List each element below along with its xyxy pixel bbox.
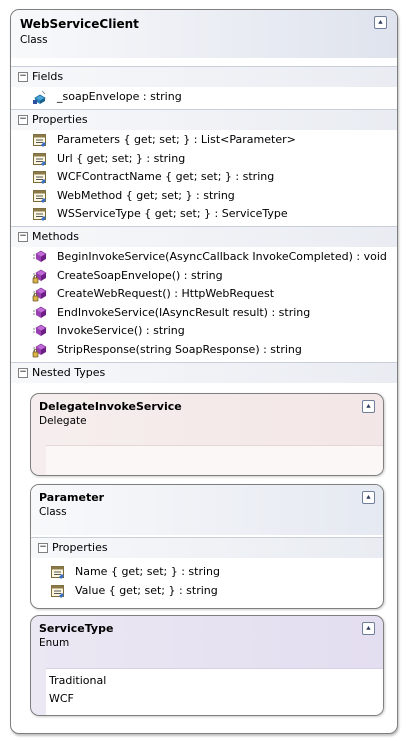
private-method-icon [32, 343, 47, 357]
enum-value[interactable]: Traditional [49, 674, 106, 687]
section-label: Fields [32, 70, 64, 83]
collapse-icon[interactable]: ⯅ [362, 622, 375, 635]
public-method-icon [33, 250, 47, 262]
public-method-icon [33, 306, 47, 318]
collapse-icon[interactable]: ⯅ [362, 491, 375, 504]
property-icon [33, 208, 46, 221]
enum-value[interactable]: WCF [49, 692, 74, 705]
minus-box-icon[interactable]: − [18, 232, 28, 242]
section-label: Properties [32, 113, 88, 126]
collapse-icon[interactable]: ⯅ [374, 16, 387, 29]
property-icon [33, 171, 46, 184]
section-fields[interactable]: − Fields [11, 66, 397, 87]
member-text: StripResponse(string SoapResponse) : str… [57, 342, 302, 356]
enum-title: ServiceType [39, 622, 114, 635]
delegate-kind: Delegate [39, 415, 87, 427]
property-icon [51, 566, 64, 579]
field-name: _soapEnvelope : string [57, 90, 182, 103]
member-text: Url { get; set; } : string [57, 151, 186, 165]
parameter-class-shape[interactable]: Parameter Class ⯅ − Properties Name { ge… [30, 484, 384, 609]
field-icon [33, 90, 46, 104]
class-shape-webserviceclient[interactable]: WebServiceClient Class ⯅ − Fields _soapE… [10, 9, 398, 734]
private-method-icon [32, 287, 47, 302]
enum-kind: Enum [39, 637, 70, 649]
minus-box-icon[interactable]: − [18, 368, 28, 378]
member-text: BeginInvokeService(AsyncCallback InvokeC… [57, 250, 387, 263]
member-text: CreateWebRequest() : HttpWebRequest [57, 287, 275, 300]
member-text: WCFContractName { get; set; } : string [57, 170, 275, 183]
minus-box-icon[interactable]: − [18, 115, 28, 125]
member-text: InvokeService() : string [57, 324, 185, 337]
section-properties[interactable]: − Properties [11, 109, 397, 130]
parameter-title: Parameter [39, 491, 105, 504]
delegate-body [46, 445, 383, 475]
public-method-icon [33, 324, 47, 336]
member-text: Value { get; set; } : string [75, 584, 218, 597]
member-text: WSServiceType { get; set; } : ServiceTyp… [57, 207, 288, 220]
collapse-icon[interactable]: ⯅ [362, 400, 375, 413]
section-label: Methods [32, 230, 79, 243]
parameter-kind: Class [39, 506, 67, 518]
property-icon [33, 189, 46, 203]
member-text: WebMethod { get; set; } : string [57, 188, 235, 202]
minus-box-icon[interactable]: − [18, 72, 28, 82]
property-icon [33, 152, 46, 166]
section-label: Properties [52, 541, 108, 554]
private-method-icon [32, 269, 47, 283]
class-kind: Class [20, 34, 48, 46]
member-text: EndInvokeService(IAsyncResult result) : … [57, 305, 311, 319]
section-parameter-properties[interactable]: − Properties [31, 537, 383, 558]
delegate-shape[interactable]: DelegateInvokeService Delegate ⯅ [30, 393, 384, 476]
section-label: Nested Types [32, 366, 106, 379]
member-text: Name { get; set; } : string [75, 565, 220, 578]
section-nested-types[interactable]: − Nested Types [11, 362, 397, 383]
class-title: WebServiceClient [20, 17, 139, 31]
member-text: Parameters { get; set; } : List<Paramete… [57, 133, 296, 146]
minus-box-icon[interactable]: − [38, 543, 48, 553]
member-text: CreateSoapEnvelope() : string [57, 268, 223, 282]
property-icon [33, 134, 46, 147]
delegate-title: DelegateInvokeService [39, 400, 182, 413]
enum-body: Traditional WCF [46, 668, 383, 715]
enum-shape[interactable]: ServiceType Enum ⯅ Traditional WCF [30, 615, 384, 716]
property-icon [51, 585, 64, 598]
section-methods[interactable]: − Methods [11, 226, 397, 247]
